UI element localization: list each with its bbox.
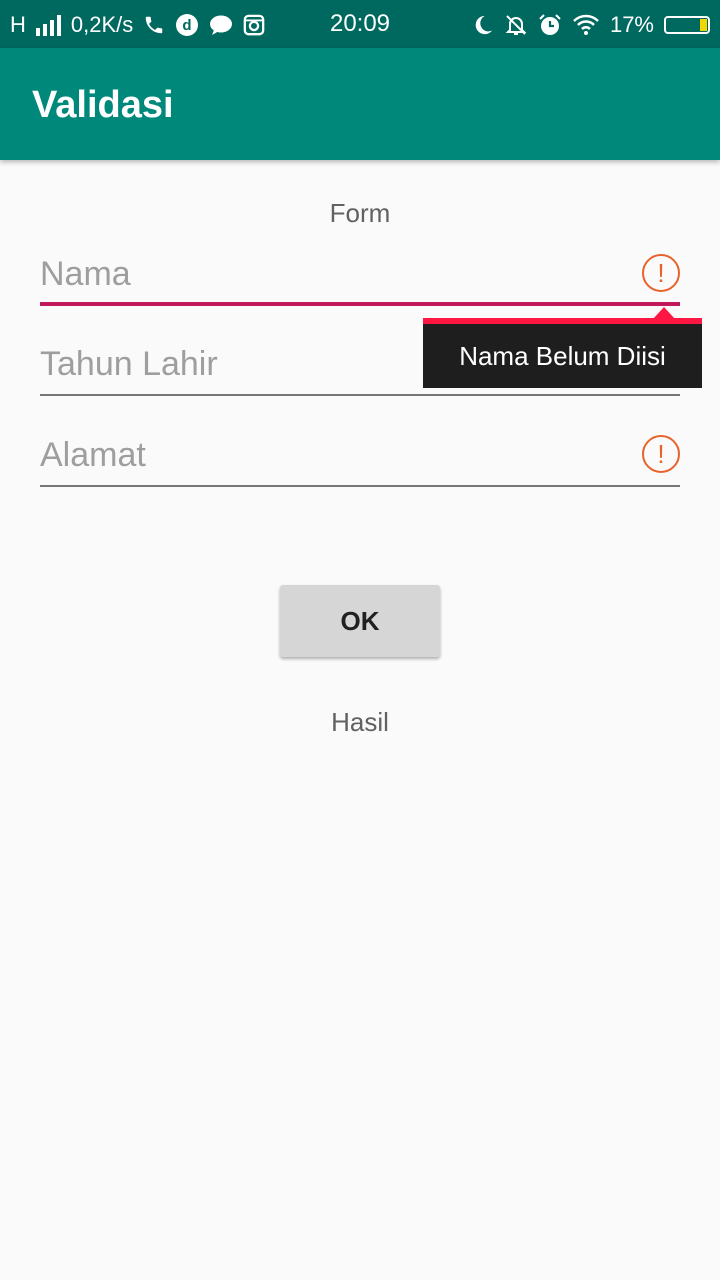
battery-icon	[664, 16, 710, 34]
name-field[interactable]: !	[40, 246, 680, 306]
status-bar-right: 17%	[472, 10, 710, 40]
address-underline	[40, 485, 680, 487]
name-underline	[40, 302, 680, 306]
ok-button[interactable]: OK	[280, 585, 440, 657]
alarm-icon	[538, 13, 562, 37]
moon-icon	[472, 14, 494, 36]
battery-percent: 17%	[609, 12, 654, 37]
error-popup: Nama Belum Diisi	[423, 324, 702, 388]
error-icon[interactable]: !	[642, 254, 680, 292]
form-label: Form	[329, 198, 391, 228]
error-icon[interactable]: !	[642, 435, 680, 473]
mute-bell-icon	[504, 13, 528, 37]
app-title: Validasi	[32, 84, 174, 126]
battery-fill	[699, 19, 707, 31]
wifi-icon	[572, 14, 600, 36]
result-label: Hasil	[331, 707, 389, 737]
birth-year-underline	[40, 394, 680, 396]
address-input[interactable]	[40, 427, 630, 483]
app-bar: Validasi	[0, 48, 720, 160]
name-input[interactable]	[40, 246, 630, 302]
address-field[interactable]: !	[40, 427, 680, 487]
status-bar: H 0,2K/s d 20:09 17%	[0, 0, 720, 48]
